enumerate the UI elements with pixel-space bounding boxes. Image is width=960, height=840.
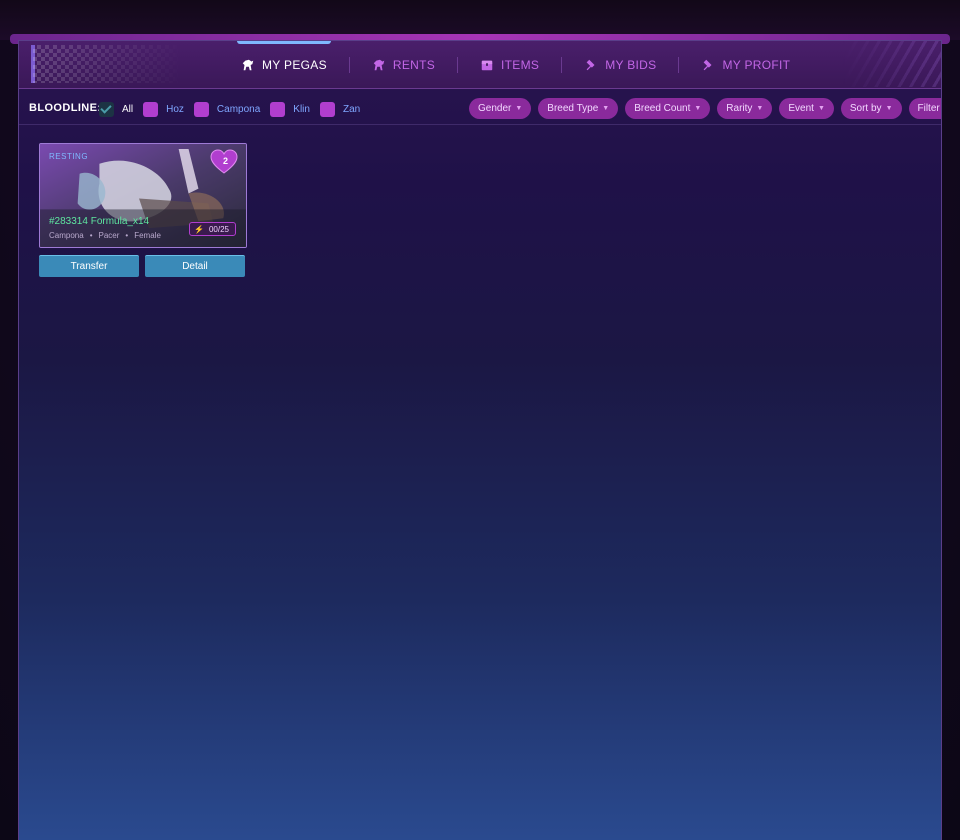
bloodline-option-zan[interactable]: Zan xyxy=(319,101,361,117)
checkbox[interactable] xyxy=(193,101,209,117)
pega-breed: Pacer xyxy=(98,231,120,240)
energy-value: 00/25 xyxy=(208,224,229,234)
event-dropdown[interactable]: Event ▼ xyxy=(779,97,834,119)
tab-my-bids[interactable]: MY BIDS xyxy=(562,41,678,89)
filter-by-dropdown[interactable]: Filter By ▼ xyxy=(908,97,942,119)
bloodline-options: All Hoz Campona Klin Zan xyxy=(99,98,360,120)
tab-items[interactable]: ITEMS xyxy=(458,41,561,89)
tab-my-profit[interactable]: MY PROFIT xyxy=(679,41,812,89)
main-panel: MY PEGAS RENTS ITEMS MY BIDS MY PROFIT B… xyxy=(18,40,942,840)
bloodline-option-campona[interactable]: Campona xyxy=(193,101,261,117)
tab-label: MY PROFIT xyxy=(722,58,791,72)
breed-type-dropdown[interactable]: Breed Type ▼ xyxy=(538,97,619,119)
breed-count-dropdown[interactable]: Breed Count ▼ xyxy=(625,97,711,119)
filter-bar: BLOODLINE: All Hoz Campona Klin Zan Gend… xyxy=(19,93,942,125)
horse-icon xyxy=(373,59,385,71)
chevron-down-icon: ▼ xyxy=(515,104,523,112)
meta-separator: • xyxy=(125,231,129,240)
rarity-dropdown[interactable]: Rarity ▼ xyxy=(717,97,773,119)
dropdown-label: Filter By xyxy=(917,102,942,114)
dropdown-label: Breed Count xyxy=(634,102,691,114)
tab-label: ITEMS xyxy=(501,58,540,72)
tab-label: MY BIDS xyxy=(605,58,657,72)
option-label: Campona xyxy=(216,103,261,115)
chevron-down-icon: ▼ xyxy=(885,104,893,112)
top-nav: MY PEGAS RENTS ITEMS MY BIDS MY PROFIT xyxy=(19,41,941,89)
dropdown-label: Sort by xyxy=(849,102,882,114)
gender-dropdown[interactable]: Gender ▼ xyxy=(469,97,532,119)
checkbox[interactable] xyxy=(270,101,286,117)
meta-separator: • xyxy=(89,231,93,240)
dropdown-label: Breed Type xyxy=(547,102,599,114)
filter-dropdowns: Gender ▼ Breed Type ▼ Breed Count ▼ Rari… xyxy=(469,96,942,120)
pega-gender: Female xyxy=(134,231,161,240)
option-label: Hoz xyxy=(166,103,184,115)
chevron-down-icon: ▼ xyxy=(602,104,610,112)
heart-count: 2 xyxy=(222,156,228,166)
pega-name: #283314 Formula_x14 xyxy=(49,216,150,227)
chest-icon xyxy=(481,60,493,71)
gavel-icon xyxy=(704,59,712,71)
option-label: All xyxy=(122,103,134,115)
horse-icon xyxy=(242,59,254,71)
bloodline-option-all[interactable]: All xyxy=(99,101,134,117)
checkbox[interactable] xyxy=(99,101,114,117)
tab-rents[interactable]: RENTS xyxy=(350,41,457,89)
pega-card[interactable]: RESTING 2 #283314 Formula_x14 Campona • … xyxy=(39,143,247,248)
stripe-decoration xyxy=(843,41,941,87)
gavel-icon xyxy=(586,59,595,71)
bloodline-option-hoz[interactable]: Hoz xyxy=(143,101,184,117)
tab-bar: MY PEGAS RENTS ITEMS MY BIDS MY PROFIT xyxy=(219,41,812,89)
tab-label: RENTS xyxy=(392,58,436,72)
option-label: Zan xyxy=(342,103,361,115)
bloodline-option-klin[interactable]: Klin xyxy=(270,101,310,117)
checkbox[interactable] xyxy=(143,101,159,117)
status-badge: RESTING xyxy=(49,152,89,161)
sort-by-dropdown[interactable]: Sort by ▼ xyxy=(840,97,902,119)
option-label: Klin xyxy=(293,103,310,115)
dropdown-label: Gender xyxy=(478,102,512,114)
detail-button[interactable]: Detail xyxy=(145,255,245,277)
tab-label: MY PEGAS xyxy=(262,58,327,72)
chevron-down-icon: ▼ xyxy=(694,104,702,112)
energy-badge: ⚡ 00/25 xyxy=(189,222,236,236)
dropdown-label: Rarity xyxy=(726,102,753,114)
chevron-down-icon: ▼ xyxy=(756,104,764,112)
bloodline-label: BLOODLINE: xyxy=(29,102,102,114)
lightning-icon: ⚡ xyxy=(194,224,204,234)
pega-meta: Campona • Pacer • Female xyxy=(49,231,161,240)
checkered-flag-decoration xyxy=(33,45,183,83)
transfer-button[interactable]: Transfer xyxy=(39,255,139,277)
tab-my-pegas[interactable]: MY PEGAS xyxy=(219,41,349,89)
pega-bloodline: Campona xyxy=(49,231,84,240)
chevron-down-icon: ▼ xyxy=(817,104,825,112)
checkbox[interactable] xyxy=(319,101,335,117)
dropdown-label: Event xyxy=(788,102,814,114)
